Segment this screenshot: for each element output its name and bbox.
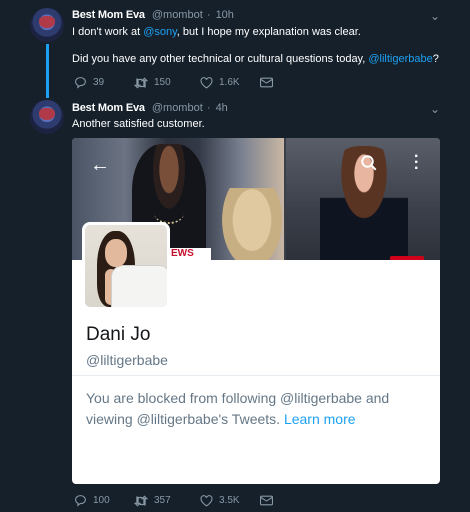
more-vertical-icon[interactable]: · · · [414, 149, 419, 177]
reply-count: 100 [93, 495, 110, 506]
retweet-icon [134, 77, 148, 88]
avatar[interactable] [30, 100, 64, 134]
tweet-actions: 39 150 1.6K [74, 76, 320, 89]
embedded-profile-screenshot[interactable]: ← · · · EWS Dani Jo @liltigerbabe You are … [72, 138, 440, 484]
tweet-header: Best Mom Eva @mombot · 10h [72, 9, 234, 21]
tweet-text: Another satisfied customer. [72, 118, 205, 130]
author-handle[interactable]: @mombot [152, 9, 203, 21]
reply-button[interactable]: 100 [74, 494, 134, 507]
reply-icon [75, 77, 86, 89]
avatar[interactable] [30, 8, 64, 42]
tweet-header: Best Mom Eva @mombot · 4h [72, 102, 228, 114]
search-icon[interactable] [360, 154, 378, 175]
tweet-time[interactable]: 4h [216, 102, 228, 114]
tweet-text-line-1: I don't work at @sony, but I hope my exp… [72, 26, 361, 38]
profile-photo[interactable] [82, 222, 170, 310]
blocked-message: You are blocked from following @liltiger… [86, 390, 390, 427]
retweet-button[interactable]: 150 [134, 77, 200, 89]
author-name[interactable]: Best Mom Eva [72, 102, 145, 114]
like-button[interactable]: 3.5K [200, 494, 260, 507]
dm-button[interactable] [260, 77, 320, 88]
chevron-down-icon[interactable]: ⌄ [430, 102, 440, 116]
author-handle[interactable]: @mombot [152, 102, 203, 114]
retweet-icon [134, 495, 148, 506]
news-banner-text: EWS [168, 248, 211, 260]
chevron-down-icon[interactable]: ⌄ [430, 9, 440, 23]
dm-button[interactable] [260, 495, 320, 506]
heart-icon [200, 494, 213, 507]
tweet-text-line-2: Did you have any other technical or cult… [72, 53, 439, 65]
live-badge [390, 256, 424, 260]
mention-link[interactable]: @sony [143, 26, 177, 38]
retweet-button[interactable]: 357 [134, 495, 200, 507]
like-count: 3.5K [219, 495, 240, 506]
envelope-icon [260, 495, 273, 506]
profile-handle: @liltigerbabe [86, 352, 168, 368]
like-button[interactable]: 1.6K [200, 76, 260, 89]
retweet-count: 357 [154, 495, 171, 506]
tweet-actions: 100 357 3.5K [74, 494, 320, 507]
back-arrow-icon[interactable]: ← [90, 154, 110, 177]
retweet-count: 150 [154, 77, 171, 88]
reply-count: 39 [93, 77, 105, 88]
heart-icon [200, 76, 213, 89]
like-count: 1.6K [219, 77, 240, 88]
mention-link[interactable]: @liltigerbabe [368, 53, 432, 65]
tweet-time[interactable]: 10h [216, 9, 234, 21]
reply-button[interactable]: 39 [74, 76, 134, 89]
profile-name: Dani Jo [86, 324, 151, 345]
author-name[interactable]: Best Mom Eva [72, 9, 145, 21]
learn-more-link[interactable]: Learn more [284, 411, 356, 427]
thread-connector-line [46, 44, 49, 98]
divider [72, 375, 440, 376]
reply-icon [75, 495, 86, 507]
envelope-icon [260, 77, 273, 88]
